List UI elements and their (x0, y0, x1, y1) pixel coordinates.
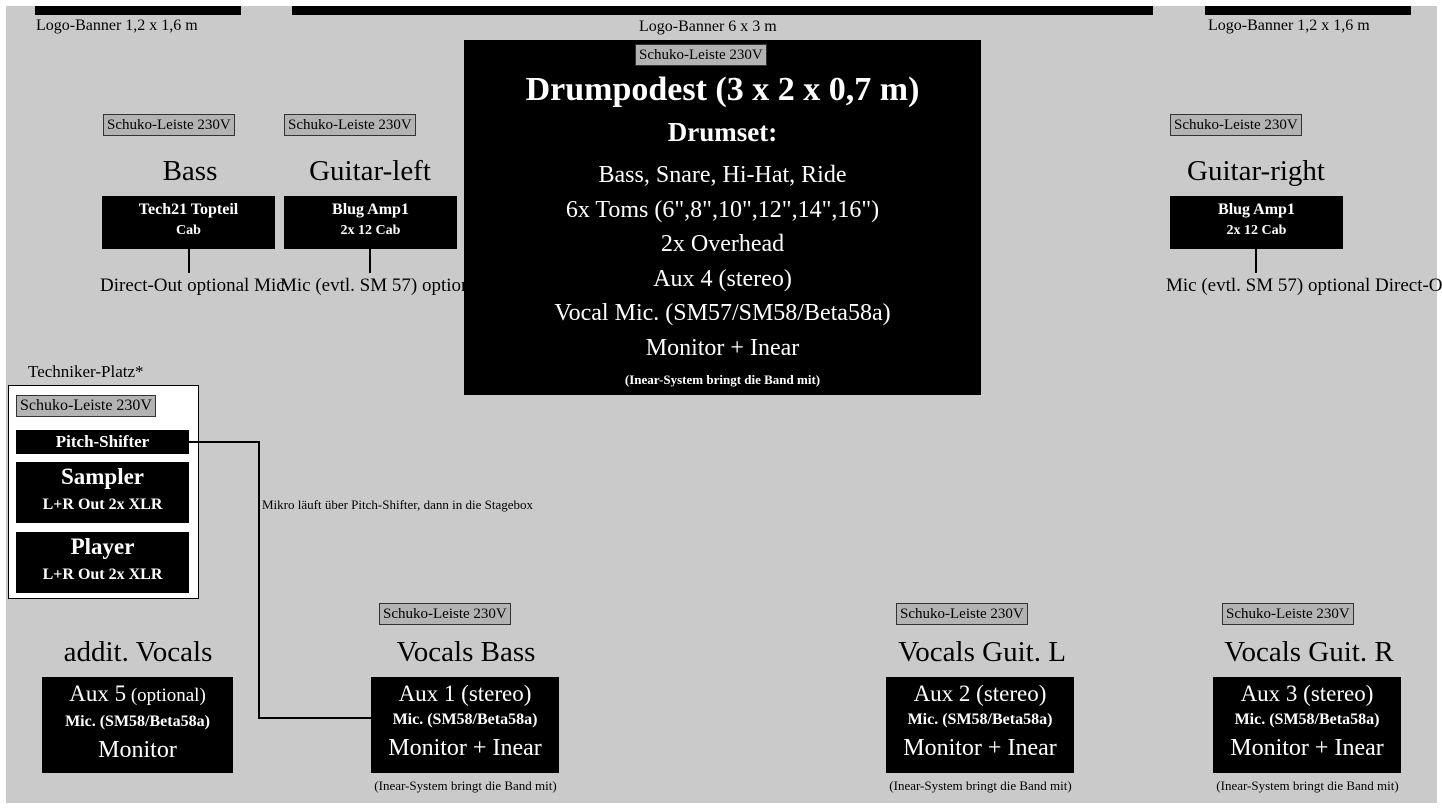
note-line: Direct-Out (100, 275, 183, 296)
drum-riser: Schuko-Leiste 230V Drumpodest (3 x 2 x 0… (464, 40, 981, 395)
guitar-left-cable (369, 249, 371, 273)
vocals-bass-mic: Mic. (SM58/Beta58a) (392, 711, 538, 728)
banner-left-bar (35, 6, 241, 15)
sampler-output: L+R Out 2x XLR (42, 496, 163, 513)
vocals-bass-monitor: Monitor + Inear (388, 735, 542, 761)
guitar-left-schuko-strip: Schuko-Leiste 230V (284, 114, 416, 136)
vocals-add-mic: Mic. (SM58/Beta58a) (65, 713, 210, 730)
banner-right-bar (1205, 6, 1411, 15)
guitar-right-schuko-strip: Schuko-Leiste 230V (1170, 114, 1302, 136)
pitch-cable-top (188, 441, 260, 443)
note-line: Mikro läuft über Pitch-Shifter, (262, 497, 421, 512)
vocals-add-aux-suffix: (optional) (126, 685, 206, 706)
banner-right-label: Logo-Banner 1,2 x 1,6 m (1208, 17, 1370, 34)
tech-title: Techniker-Platz* (28, 362, 144, 381)
vocals-bass-footnote: (Inear-System bringt die Band mit) (374, 778, 557, 793)
drumset-list: Bass, Snare, Hi-Hat, Ride 6x Toms (6",8"… (464, 158, 981, 365)
vocals-guit-l-footnote: (Inear-System bringt die Band mit) (889, 778, 1072, 793)
bass-amp-cab: Cab (176, 223, 201, 238)
sampler: Sampler L+R Out 2x XLR (16, 462, 189, 523)
guitar-right-amp: Blug Amp1 2x 12 Cab (1170, 196, 1343, 249)
note-line: optional (187, 275, 250, 296)
drumset-line: Bass, Snare, Hi-Hat, Ride (598, 162, 847, 188)
drumset-line: 2x Overhead (660, 231, 785, 257)
vocals-add-monitor: Monitor (98, 737, 177, 763)
drum-schuko-strip: Schuko-Leiste 230V (635, 44, 767, 66)
vocals-guit-l-box: Aux 2 (stereo) Mic. (SM58/Beta58a) Monit… (886, 677, 1074, 773)
player-output: L+R Out 2x XLR (42, 566, 163, 583)
guitar-left-amp: Blug Amp1 2x 12 Cab (284, 196, 457, 249)
pitch-cable-vertical (258, 441, 260, 719)
guitar-right-cable (1255, 249, 1257, 273)
vocals-guit-l-title: Vocals Guit. L (898, 636, 1066, 668)
bass-amp-head: Tech21 Topteil (138, 201, 239, 218)
vocals-bass-aux: Aux 1 (stereo) (398, 681, 532, 706)
drumset-line: Vocal Mic. (SM57/SM58/Beta58a) (554, 300, 891, 326)
vocals-guit-l-monitor: Monitor + Inear (903, 735, 1057, 761)
bass-amp: Tech21 Topteil Cab (102, 196, 275, 249)
vocals-guit-r-box: Aux 3 (stereo) Mic. (SM58/Beta58a) Monit… (1213, 677, 1401, 773)
player: Player L+R Out 2x XLR (16, 532, 189, 593)
pitch-shifter-label: Pitch-Shifter (55, 432, 150, 451)
guitar-left-amp-cab: 2x 12 Cab (340, 223, 401, 238)
guitar-right-amp-cab: 2x 12 Cab (1226, 223, 1287, 238)
guitar-right-title: Guitar-right (1187, 155, 1325, 187)
vocals-guit-r-title: Vocals Guit. R (1224, 636, 1394, 668)
note-line: Direct-Out (489, 275, 572, 296)
guitar-left-notes: Mic (evtl. SM 57) optional Direct-Out (280, 273, 571, 299)
note-line: Mic (evtl. SM 57) (1166, 275, 1304, 296)
tech-area: Schuko-Leiste 230V Pitch-Shifter Sampler… (8, 385, 199, 599)
drumset-line: 6x Toms (6",8",10",12",14",16") (565, 196, 880, 223)
bass-notes: Direct-Out optional Mic (100, 273, 285, 299)
drumset-line: Monitor + Inear (645, 334, 800, 361)
tech-schuko-strip: Schuko-Leiste 230V (16, 395, 156, 417)
guitar-right-amp-head: Blug Amp1 (1218, 201, 1295, 218)
vocals-guit-r-footnote: (Inear-System bringt die Band mit) (1216, 778, 1399, 793)
note-line: Mic (evtl. SM 57) (280, 275, 418, 296)
banner-left-label: Logo-Banner 1,2 x 1,6 m (36, 17, 198, 34)
vocals-guit-r-schuko-strip: Schuko-Leiste 230V (1222, 603, 1354, 625)
drumset-heading: Drumset: (667, 117, 778, 147)
guitar-left-title: Guitar-left (309, 155, 431, 187)
guitar-right-notes: Mic (evtl. SM 57) optional Direct-Out (1166, 273, 1442, 299)
vocals-add-aux: Aux 5 (optional) (42, 679, 233, 711)
vocals-guit-l-mic: Mic. (SM58/Beta58a) (907, 711, 1053, 728)
banner-center-label: Logo-Banner 6 x 3 m (639, 18, 777, 35)
bass-title: Bass (162, 155, 218, 187)
note-line: Direct-Out (1375, 275, 1442, 296)
vocals-guit-r-aux: Aux 3 (stereo) (1240, 681, 1374, 706)
note-line: optional (421, 275, 485, 296)
drum-riser-title: Drumpodest (3 x 2 x 0,7 m) (525, 71, 920, 108)
vocals-guit-r-monitor: Monitor + Inear (1230, 735, 1384, 761)
pitch-shifter: Pitch-Shifter (16, 430, 189, 454)
sampler-label: Sampler (60, 464, 145, 489)
note-line: dann in die Stagebox (423, 497, 533, 512)
vocals-guit-l-schuko-strip: Schuko-Leiste 230V (896, 603, 1028, 625)
vocals-add-box: Aux 5 (optional) Mic. (SM58/Beta58a) Mon… (42, 677, 233, 773)
guitar-left-amp-head: Blug Amp1 (332, 201, 409, 218)
vocals-guit-r-mic: Mic. (SM58/Beta58a) (1234, 711, 1380, 728)
vocals-add-aux-name: Aux 5 (69, 681, 127, 706)
stage-plot: Logo-Banner 1,2 x 1,6 m Logo-Banner 6 x … (0, 0, 1442, 809)
note-line: optional (1307, 275, 1371, 296)
bass-cable (188, 249, 190, 273)
pitch-cable-bottom (258, 717, 372, 719)
vocals-bass-box: Aux 1 (stereo) Mic. (SM58/Beta58a) Monit… (371, 677, 559, 773)
bass-schuko-strip: Schuko-Leiste 230V (103, 114, 235, 136)
vocals-guit-l-aux: Aux 2 (stereo) (913, 681, 1047, 706)
vocals-bass-title: Vocals Bass (396, 636, 536, 668)
mic-routing-note: Mikro läuft über Pitch-Shifter, dann in … (262, 494, 533, 516)
vocals-bass-schuko-strip: Schuko-Leiste 230V (379, 603, 511, 625)
drum-footnote: (Inear-System bringt die Band mit) (624, 372, 821, 387)
banner-center-bar (292, 6, 1153, 15)
vocals-add-title: addit. Vocals (63, 636, 213, 668)
player-label: Player (70, 534, 135, 559)
